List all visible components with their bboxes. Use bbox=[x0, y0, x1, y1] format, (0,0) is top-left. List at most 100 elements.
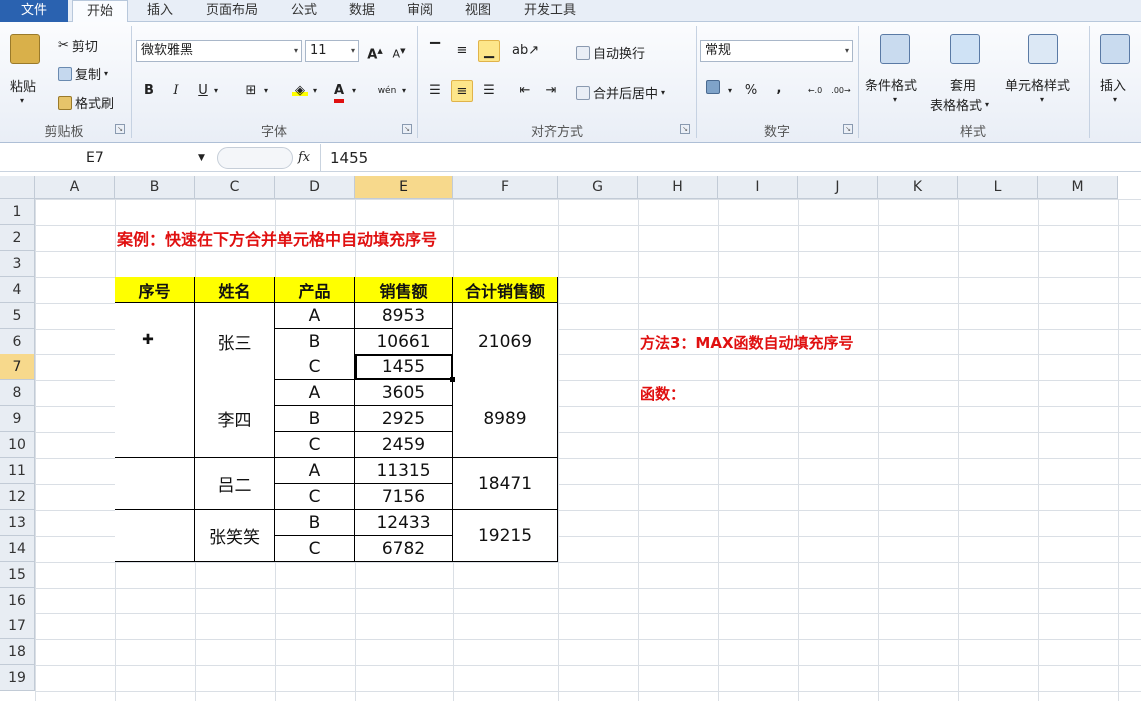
column-header-k[interactable]: K bbox=[878, 176, 958, 199]
align-right-button[interactable]: ☰ bbox=[478, 80, 500, 102]
total-cell[interactable]: 8989 bbox=[453, 380, 558, 458]
total-cell[interactable]: 21069 bbox=[453, 303, 558, 381]
table-header[interactable]: 产品 bbox=[275, 277, 355, 303]
font-color-button[interactable]: A bbox=[328, 80, 350, 103]
column-header-l[interactable]: L bbox=[958, 176, 1038, 199]
paste-button[interactable]: 粘贴 bbox=[10, 76, 36, 95]
fill-handle[interactable] bbox=[450, 377, 455, 382]
comma-style-button[interactable]: , bbox=[768, 78, 790, 100]
row-header-19[interactable]: 19 bbox=[0, 665, 35, 691]
percent-style-button[interactable]: % bbox=[740, 80, 762, 102]
increase-decimal-button[interactable]: ←.0 bbox=[804, 80, 826, 102]
row-header-8[interactable]: 8 bbox=[0, 380, 35, 406]
select-all-corner[interactable] bbox=[0, 176, 35, 199]
tab-data[interactable]: 数据 bbox=[344, 0, 380, 22]
align-bottom-button[interactable]: ▁ bbox=[478, 40, 500, 62]
row-header-12[interactable]: 12 bbox=[0, 484, 35, 510]
column-header-d[interactable]: D bbox=[275, 176, 355, 199]
name-cell[interactable]: 吕二 bbox=[195, 458, 275, 510]
product-cell[interactable]: A bbox=[275, 380, 355, 406]
tab-review[interactable]: 审阅 bbox=[402, 0, 438, 22]
total-cell[interactable]: 19215 bbox=[453, 510, 558, 562]
borders-button[interactable]: ⊞ bbox=[240, 80, 262, 102]
product-cell[interactable]: B bbox=[275, 406, 355, 432]
row-header-1[interactable]: 1 bbox=[0, 199, 35, 225]
table-header[interactable]: 序号 bbox=[115, 277, 195, 303]
align-top-button[interactable]: ▔ bbox=[424, 40, 446, 62]
column-header-e[interactable]: E bbox=[355, 176, 453, 199]
chevron-down-icon[interactable]: ▾ bbox=[313, 86, 317, 95]
seq-cell[interactable] bbox=[115, 303, 195, 381]
product-cell[interactable]: C bbox=[275, 484, 355, 510]
dialog-launcher-icon[interactable]: ↘ bbox=[402, 124, 412, 134]
column-header-f[interactable]: F bbox=[453, 176, 558, 199]
dialog-launcher-icon[interactable]: ↘ bbox=[680, 124, 690, 134]
table-header[interactable]: 销售额 bbox=[355, 277, 453, 303]
tab-view[interactable]: 视图 bbox=[460, 0, 496, 22]
underline-button[interactable]: U bbox=[192, 80, 214, 102]
tab-insert[interactable]: 插入 bbox=[142, 0, 178, 22]
product-cell[interactable]: B bbox=[275, 510, 355, 536]
row-header-7[interactable]: 7 bbox=[0, 354, 35, 380]
product-cell[interactable]: A bbox=[275, 458, 355, 484]
row-header-14[interactable]: 14 bbox=[0, 536, 35, 562]
column-header-g[interactable]: G bbox=[558, 176, 638, 199]
increase-indent-button[interactable]: ⇥ bbox=[540, 80, 562, 102]
column-header-b[interactable]: B bbox=[115, 176, 195, 199]
chevron-down-icon[interactable]: ▾ bbox=[728, 86, 732, 95]
sales-cell[interactable]: 3605 bbox=[355, 380, 453, 406]
sales-cell[interactable]: 11315 bbox=[355, 458, 453, 484]
product-cell[interactable]: A bbox=[275, 303, 355, 329]
name-box[interactable]: E7 bbox=[0, 147, 215, 169]
column-header-j[interactable]: J bbox=[798, 176, 878, 199]
number-format-combo[interactable]: 常规 ▾ bbox=[700, 40, 853, 62]
chevron-down-icon[interactable]: ▾ bbox=[214, 86, 218, 95]
insert-cells-button[interactable]: 插入 bbox=[1100, 75, 1126, 94]
chevron-down-icon[interactable]: ▾ bbox=[893, 95, 897, 104]
tab-page-layout[interactable]: 页面布局 bbox=[200, 0, 264, 22]
column-header-c[interactable]: C bbox=[195, 176, 275, 199]
product-cell[interactable]: C bbox=[275, 354, 355, 380]
name-cell[interactable]: 李四 bbox=[195, 380, 275, 458]
seq-cell[interactable] bbox=[115, 510, 195, 562]
product-cell[interactable]: C bbox=[275, 432, 355, 458]
sales-cell[interactable]: 7156 bbox=[355, 484, 453, 510]
align-middle-button[interactable]: ≡ bbox=[451, 40, 473, 62]
font-name-combo[interactable]: 微软雅黑 ▾ bbox=[136, 40, 302, 62]
fill-color-button[interactable]: ◈ bbox=[289, 80, 311, 102]
insert-function-button[interactable]: fx bbox=[298, 147, 310, 169]
row-header-18[interactable]: 18 bbox=[0, 639, 35, 665]
column-header-m[interactable]: M bbox=[1038, 176, 1118, 199]
row-header-3[interactable]: 3 bbox=[0, 251, 35, 277]
column-header-i[interactable]: I bbox=[718, 176, 798, 199]
tab-formulas[interactable]: 公式 bbox=[286, 0, 322, 22]
table-header[interactable]: 合计销售额 bbox=[453, 277, 558, 303]
row-header-17[interactable]: 17 bbox=[0, 613, 35, 639]
sales-cell[interactable]: 6782 bbox=[355, 536, 453, 562]
italic-button[interactable]: I bbox=[165, 80, 187, 102]
sales-cell[interactable]: 2459 bbox=[355, 432, 453, 458]
cut-button[interactable]: ✂ 剪切 bbox=[58, 36, 98, 55]
phonetic-button[interactable]: wén bbox=[376, 80, 398, 102]
orientation-button[interactable]: ab↗ bbox=[512, 40, 539, 62]
column-header-h[interactable]: H bbox=[638, 176, 718, 199]
seq-cell[interactable] bbox=[115, 380, 195, 458]
sales-cell[interactable]: 8953 bbox=[355, 303, 453, 329]
sales-cell[interactable]: 12433 bbox=[355, 510, 453, 536]
merge-center-button[interactable]: 合并后居中 ▾ bbox=[576, 83, 665, 102]
row-header-5[interactable]: 5 bbox=[0, 303, 35, 329]
chevron-down-icon[interactable]: ▾ bbox=[1113, 95, 1117, 104]
font-size-combo[interactable]: 11 ▾ bbox=[305, 40, 359, 62]
sales-cell[interactable]: 10661 bbox=[355, 329, 453, 355]
product-cell[interactable]: C bbox=[275, 536, 355, 562]
formula-input[interactable]: 1455 bbox=[330, 147, 368, 169]
shrink-font-button[interactable]: A▼ bbox=[388, 40, 410, 62]
align-left-button[interactable]: ☰ bbox=[424, 80, 446, 102]
table-header[interactable]: 姓名 bbox=[195, 277, 275, 303]
row-header-16[interactable]: 16 bbox=[0, 588, 35, 614]
column-header-a[interactable]: A bbox=[35, 176, 115, 199]
chevron-down-icon[interactable]: ▾ bbox=[1040, 95, 1044, 104]
paste-dropdown-icon[interactable]: ▾ bbox=[20, 96, 24, 105]
chevron-down-icon[interactable]: ▾ bbox=[352, 86, 356, 95]
conditional-format-button[interactable]: 条件格式 bbox=[865, 75, 917, 94]
